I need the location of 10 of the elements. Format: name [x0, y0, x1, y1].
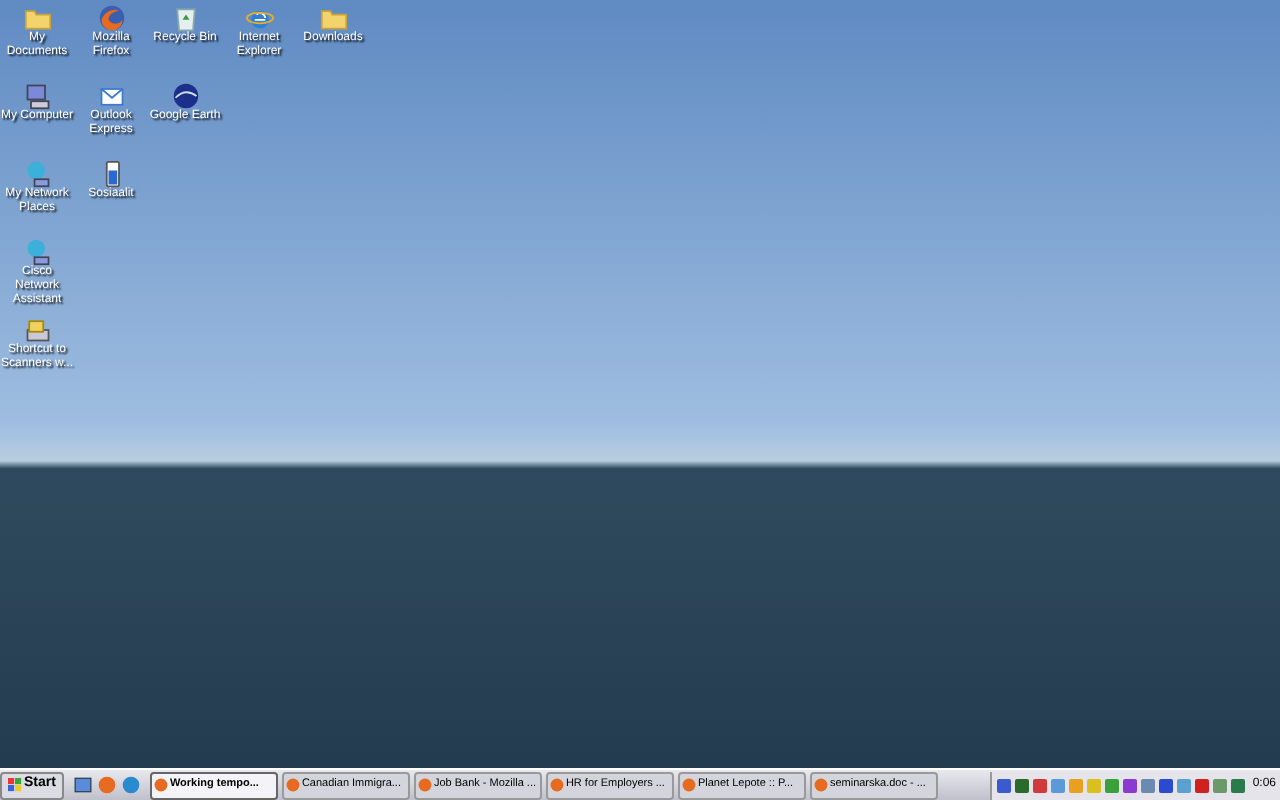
network-icon: [23, 238, 51, 266]
scanner-icon: [23, 316, 51, 344]
folder-icon: [23, 4, 51, 32]
desktop-shortcut-icon[interactable]: [73, 776, 92, 794]
mail-icon: [97, 82, 125, 110]
folder-icon: [319, 4, 347, 32]
network-icon: [23, 160, 51, 188]
recycle-bin-icon: [171, 4, 199, 32]
windows-logo-icon: [8, 778, 22, 792]
computer-icon: [23, 82, 51, 110]
